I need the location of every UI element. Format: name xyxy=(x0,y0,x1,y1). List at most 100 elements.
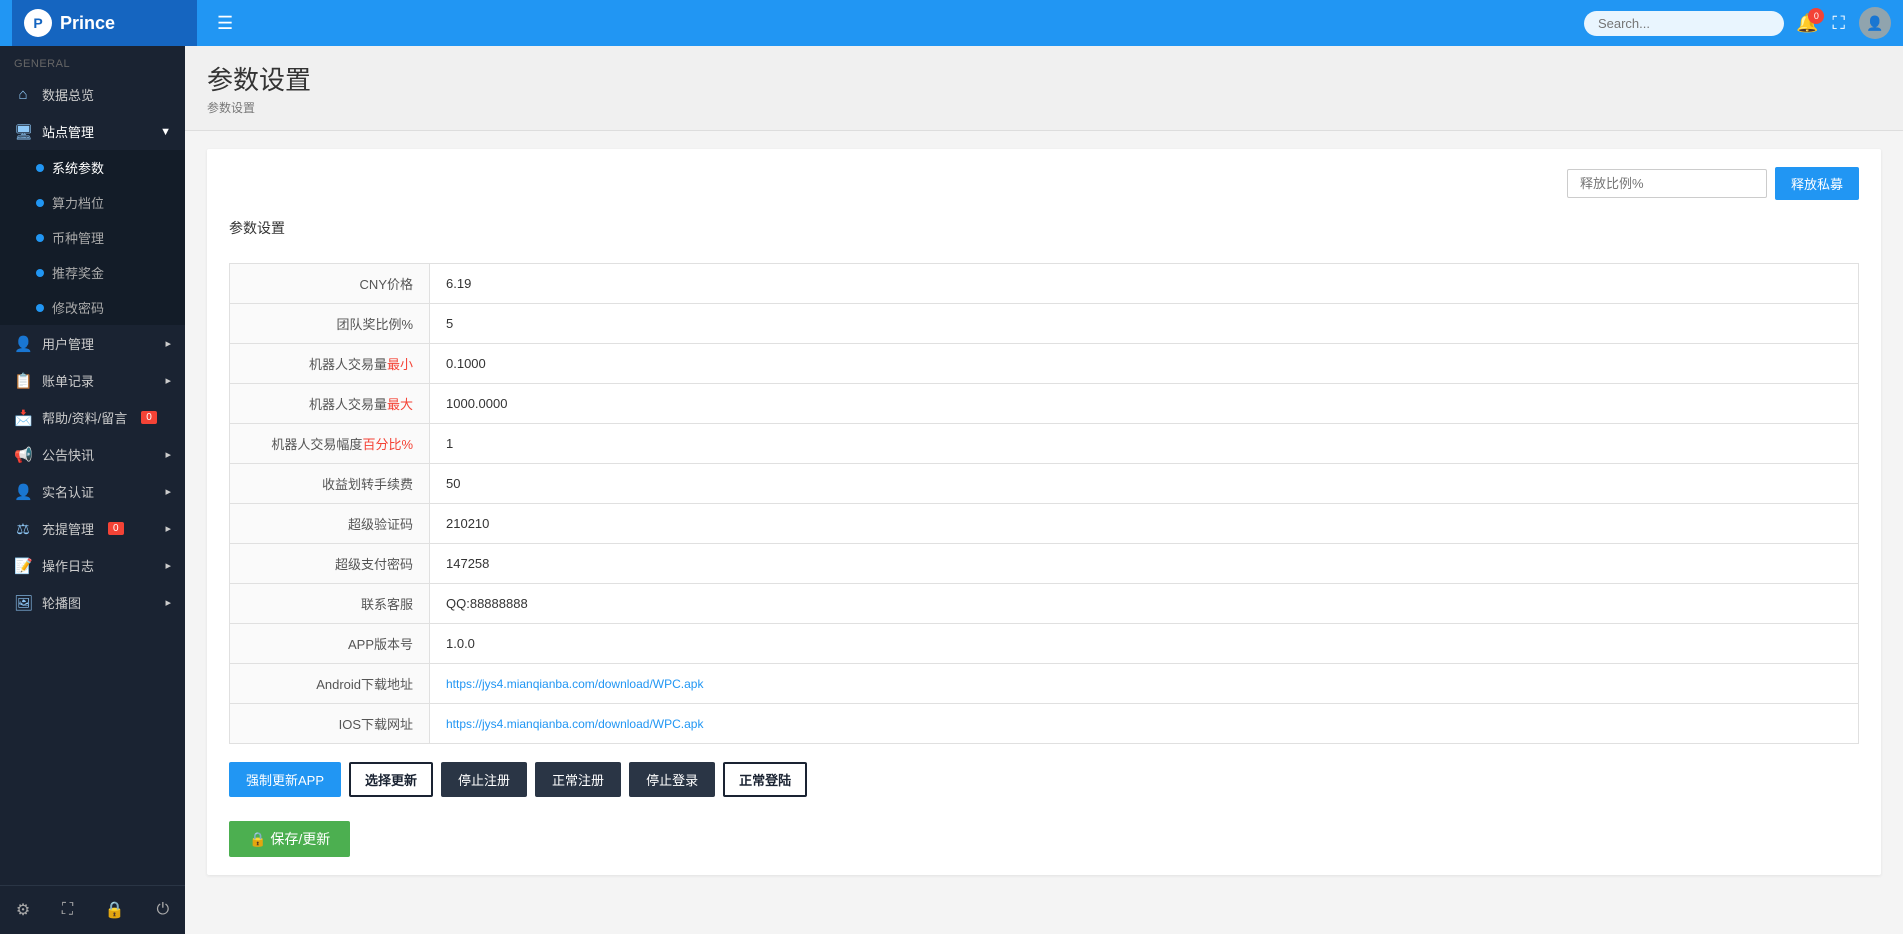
logo-icon: P xyxy=(24,9,52,37)
field-label: 团队奖比例% xyxy=(336,317,413,332)
field-label: 机器人交易量最小 xyxy=(309,357,413,372)
settings-icon[interactable]: ⚙ xyxy=(8,896,38,924)
params-section-label: 参数设置 xyxy=(229,218,1859,246)
search-input[interactable] xyxy=(1584,11,1784,36)
user-icon: 👤 xyxy=(14,335,32,353)
help-badge: 0 xyxy=(141,411,157,424)
field-input-ios-url[interactable] xyxy=(446,717,1842,731)
sidebar-item-change-password[interactable]: 修改密码 xyxy=(0,290,185,325)
home-icon: ⌂ xyxy=(14,86,32,103)
field-label: IOS下载网址 xyxy=(339,717,413,732)
field-input-customer-service[interactable] xyxy=(446,596,1842,611)
id-card-icon: 👤 xyxy=(14,483,32,501)
form-row-customer-service: 联系客服 xyxy=(229,583,1859,624)
force-update-button[interactable]: 强制更新APP xyxy=(229,762,341,797)
normal-login-button[interactable]: 正常登陆 xyxy=(723,762,807,797)
sidebar-item-label: 实名认证 xyxy=(42,482,94,501)
sidebar-item-system-params[interactable]: 系统参数 xyxy=(0,150,185,185)
sidebar-item-carousel[interactable]: 🖼 轮播图 ▸ xyxy=(0,584,185,621)
sidebar-section-label: GENERAL xyxy=(0,46,185,76)
dot-icon xyxy=(36,234,44,242)
sidebar-item-user-management[interactable]: 👤 用户管理 ▸ xyxy=(0,325,185,362)
brand-name: Prince xyxy=(60,13,115,34)
field-input-transfer-fee[interactable] xyxy=(446,476,1842,491)
bell-badge: 0 xyxy=(1808,8,1824,24)
dot-icon xyxy=(36,164,44,172)
avatar[interactable]: 👤 xyxy=(1859,7,1891,39)
sidebar-item-dashboard[interactable]: ⌂ 数据总览 xyxy=(0,76,185,113)
sidebar-item-announcements[interactable]: 📢 公告快讯 ▸ xyxy=(0,436,185,473)
chevron-right-icon: ▸ xyxy=(165,374,171,387)
release-button[interactable]: 释放私募 xyxy=(1775,167,1859,200)
content-area: 释放私募 参数设置 CNY价格 团队奖比例% 机器人交易量最小 机器人交易量最大… xyxy=(185,131,1903,934)
sidebar-item-operation-logs[interactable]: 📝 操作日志 ▸ xyxy=(0,547,185,584)
field-input-robot-max[interactable] xyxy=(446,396,1842,411)
sidebar-item-hashrate-level[interactable]: 算力档位 xyxy=(0,185,185,220)
sidebar-item-account-records[interactable]: 📋 账单记录 ▸ xyxy=(0,362,185,399)
save-button[interactable]: 🔒 保存/更新 xyxy=(229,821,350,857)
form-row-ios-url: IOS下载网址 xyxy=(229,703,1859,744)
bell-icon[interactable]: 🔔 0 xyxy=(1796,13,1818,34)
save-row: 🔒 保存/更新 xyxy=(229,809,1859,857)
sidebar-item-label: 操作日志 xyxy=(42,556,94,575)
field-input-super-verify[interactable] xyxy=(446,516,1842,531)
sidebar-item-recharge-management[interactable]: ⚖ 充提管理 0 ▸ xyxy=(0,510,185,547)
monitor-icon: 🖥 xyxy=(14,123,32,141)
action-buttons: 强制更新APP选择更新停止注册正常注册停止登录正常登陆 xyxy=(229,762,1859,797)
scale-icon: ⚖ xyxy=(14,520,32,538)
sidebar-item-currency-management[interactable]: 币种管理 xyxy=(0,220,185,255)
log-icon: 📝 xyxy=(14,557,32,575)
sidebar-item-referral-reward[interactable]: 推荐奖金 xyxy=(0,255,185,290)
chevron-right-icon: ▸ xyxy=(165,522,171,535)
sub-item-label: 推荐奖金 xyxy=(52,263,104,282)
field-input-app-version[interactable] xyxy=(446,636,1842,651)
chevron-right-icon: ▸ xyxy=(165,448,171,461)
sidebar-item-real-name-auth[interactable]: 👤 实名认证 ▸ xyxy=(0,473,185,510)
recharge-badge: 0 xyxy=(108,522,124,535)
dot-icon xyxy=(36,269,44,277)
field-label: APP版本号 xyxy=(348,637,413,652)
expand-icon[interactable]: ⛶ xyxy=(1832,13,1845,34)
image-icon: 🖼 xyxy=(14,594,32,612)
select-update-button[interactable]: 选择更新 xyxy=(349,762,433,797)
sidebar-item-help-messages[interactable]: 📩 帮助/资料/留言 0 xyxy=(0,399,185,436)
sidebar-item-label: 充提管理 xyxy=(42,519,94,538)
form-row-cny-price: CNY价格 xyxy=(229,263,1859,304)
stop-login-button[interactable]: 停止登录 xyxy=(629,762,715,797)
navbar-icons: 🔔 0 ⛶ 👤 xyxy=(1796,7,1891,39)
field-label: CNY价格 xyxy=(360,277,413,292)
params-form: CNY价格 团队奖比例% 机器人交易量最小 机器人交易量最大 机器人交易幅度百分… xyxy=(229,263,1859,744)
submenu-site-management: 系统参数 算力档位 币种管理 推荐奖金 修改密码 xyxy=(0,150,185,325)
field-label: 超级验证码 xyxy=(348,517,413,532)
sidebar-bottom: ⚙ ⛶ 🔒 ⏻ xyxy=(0,885,185,934)
field-input-android-url[interactable] xyxy=(446,677,1842,691)
release-ratio-input[interactable] xyxy=(1567,169,1767,198)
field-input-cny-price[interactable] xyxy=(446,276,1842,291)
field-input-super-pay-pwd[interactable] xyxy=(446,556,1842,571)
field-input-robot-range[interactable] xyxy=(446,436,1842,451)
stop-register-button[interactable]: 停止注册 xyxy=(441,762,527,797)
sidebar-item-site-management[interactable]: 🖥 站点管理 ▼ xyxy=(0,113,185,150)
field-label: Android下载地址 xyxy=(316,677,413,692)
fullscreen-icon[interactable]: ⛶ xyxy=(54,897,81,923)
chevron-right-icon: ▸ xyxy=(165,337,171,350)
layout: GENERAL ⌂ 数据总览 🖥 站点管理 ▼ 系统参数 算力档位 币种管理 xyxy=(0,46,1903,934)
sidebar-item-label: 账单记录 xyxy=(42,371,94,390)
field-input-team-ratio[interactable] xyxy=(446,316,1842,331)
normal-register-button[interactable]: 正常注册 xyxy=(535,762,621,797)
field-input-robot-min[interactable] xyxy=(446,356,1842,371)
form-row-robot-min: 机器人交易量最小 xyxy=(229,343,1859,384)
form-row-transfer-fee: 收益划转手续费 xyxy=(229,463,1859,504)
lock-icon[interactable]: 🔒 xyxy=(97,896,133,924)
sub-item-label: 币种管理 xyxy=(52,228,104,247)
release-row: 释放私募 xyxy=(229,167,1859,200)
brand: P Prince xyxy=(12,0,197,46)
ledger-icon: 📋 xyxy=(14,372,32,390)
sidebar-toggle-icon[interactable]: ☰ xyxy=(217,13,233,34)
form-row-robot-max: 机器人交易量最大 xyxy=(229,383,1859,424)
dot-icon xyxy=(36,304,44,312)
field-label: 联系客服 xyxy=(361,597,413,612)
field-label: 收益划转手续费 xyxy=(322,477,413,492)
field-label: 机器人交易幅度百分比% xyxy=(271,437,413,452)
power-icon[interactable]: ⏻ xyxy=(148,897,177,923)
